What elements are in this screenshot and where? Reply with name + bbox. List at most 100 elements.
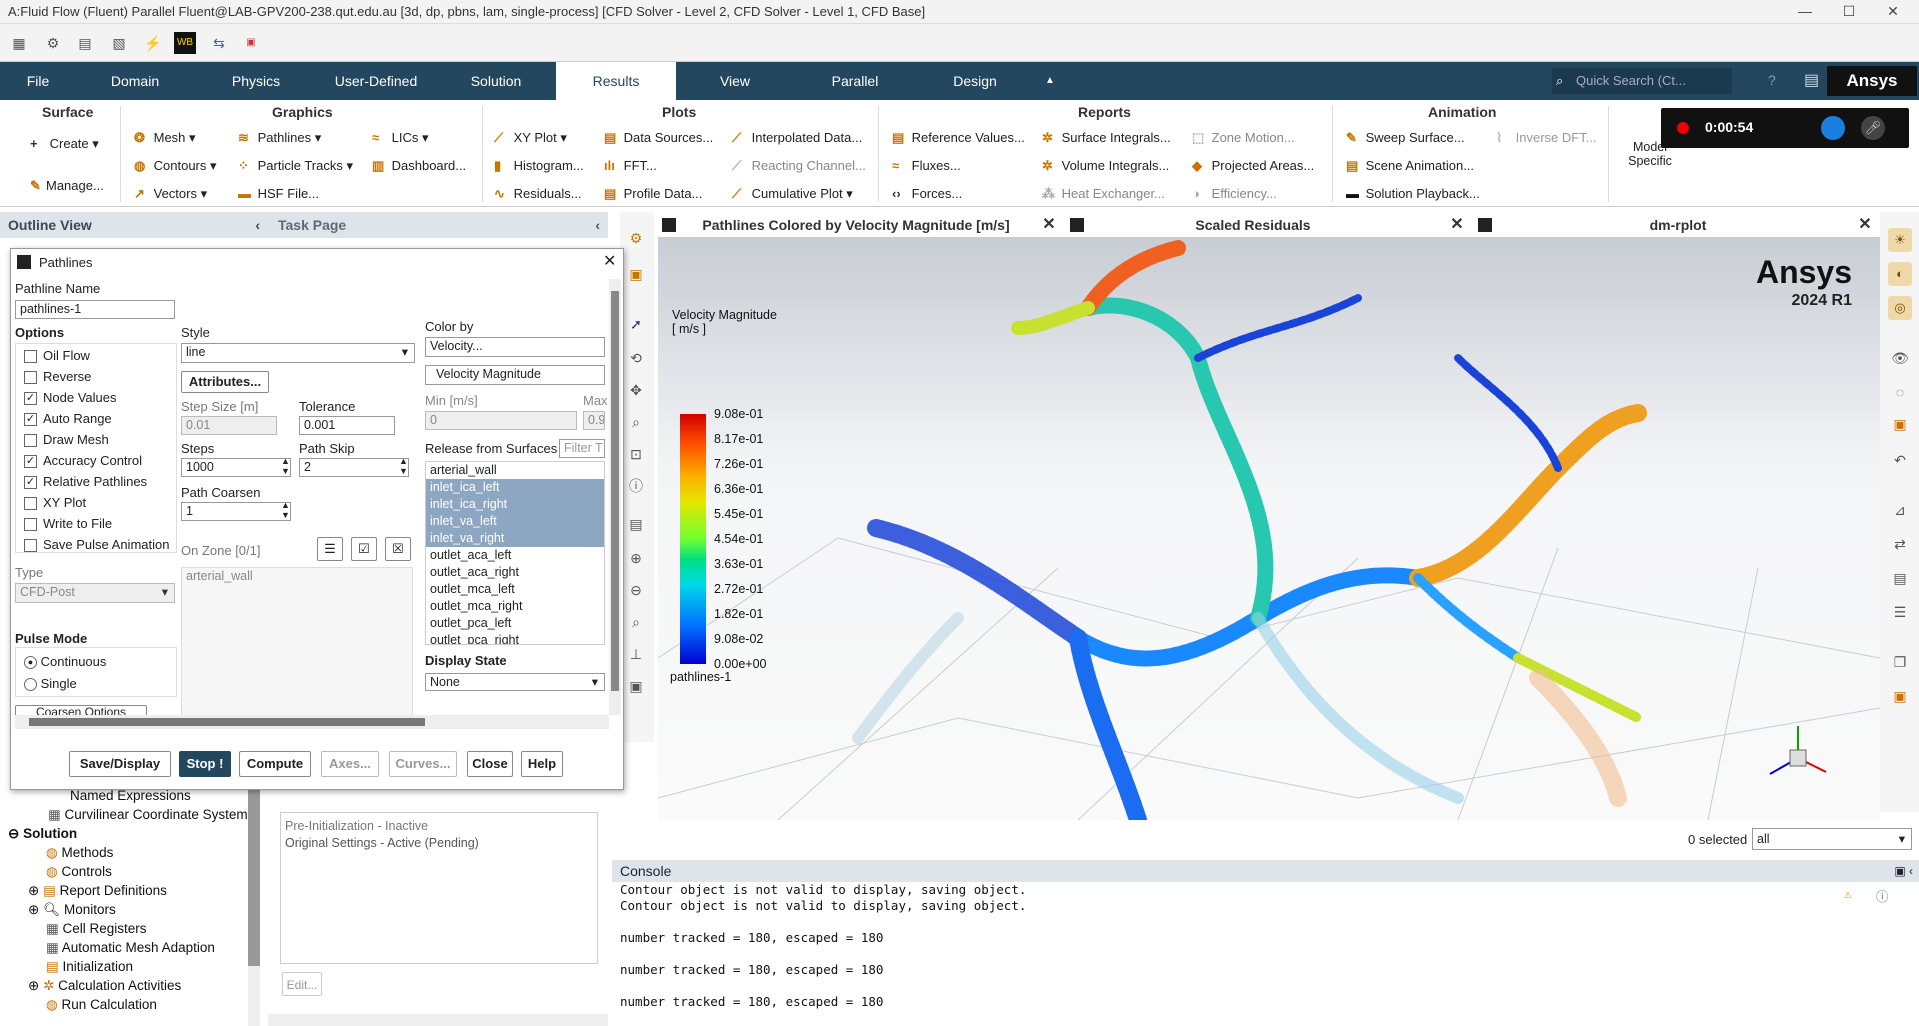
projected-areas-button[interactable]: ◆ Projected Areas... bbox=[1192, 158, 1314, 174]
axes-icon[interactable]: ⊥ bbox=[624, 642, 648, 666]
tab-solution[interactable]: Solution bbox=[450, 62, 542, 100]
option-checkbox[interactable]: ✓ Auto Range bbox=[24, 411, 112, 427]
workbench-icon[interactable]: ⚙ bbox=[42, 32, 64, 54]
deselect-all-icon[interactable]: ☒ bbox=[385, 537, 411, 561]
select-all-icon[interactable]: ☰ bbox=[317, 537, 343, 561]
axes-button[interactable]: Axes... bbox=[321, 751, 379, 777]
parallel-icon[interactable]: ⇆ bbox=[208, 32, 230, 54]
show-icon[interactable]: 👁︎ bbox=[1888, 346, 1912, 370]
quick-search-input[interactable]: ⌕ Quick Search (Ct... bbox=[1552, 68, 1732, 94]
vectors-button[interactable]: ↗ Vectors ▾ bbox=[134, 186, 207, 202]
min-input[interactable]: 0 bbox=[425, 411, 577, 430]
path-skip-spinner-icon[interactable]: ▲ ▼ bbox=[399, 456, 408, 476]
tab-results[interactable]: Results bbox=[556, 62, 676, 100]
collapse-task-icon[interactable]: ‹ bbox=[595, 212, 600, 238]
list-item[interactable]: outlet_mca_right bbox=[426, 598, 604, 615]
histogram-button[interactable]: ▮ Histogram... bbox=[494, 158, 584, 174]
help-button[interactable]: Help bbox=[521, 751, 563, 777]
release-filter-input[interactable]: Filter T bbox=[559, 439, 605, 458]
tree-item-run-calculation[interactable]: ◍ Run Calculation bbox=[46, 997, 157, 1013]
option-checkbox[interactable]: ✓ Relative Pathlines bbox=[24, 474, 147, 490]
fluxes-button[interactable]: ≈ Fluxes... bbox=[892, 158, 961, 173]
views-icon[interactable]: ▣ bbox=[624, 262, 648, 286]
zoom-fit-icon[interactable]: ⌕ bbox=[624, 610, 648, 634]
list-item[interactable]: outlet_mca_left bbox=[426, 581, 604, 598]
open-icon[interactable]: ▦ bbox=[8, 32, 30, 54]
close-tab-icon[interactable]: ✕ bbox=[1856, 212, 1874, 238]
path-coarsen-spinner-icon[interactable]: ▲ ▼ bbox=[281, 500, 290, 520]
step-size-input[interactable]: 0.01 bbox=[181, 416, 277, 435]
help-icon[interactable]: ? bbox=[1768, 72, 1776, 88]
tree-item-cell-registers[interactable]: ▦ Cell Registers bbox=[46, 921, 147, 937]
pulse-continuous-radio[interactable]: ● Continuous bbox=[24, 654, 106, 670]
selection-filter-dropdown[interactable]: all ▾ bbox=[1752, 828, 1912, 850]
interpolated-data-button[interactable]: ⟋ Interpolated Data... bbox=[732, 130, 862, 146]
display-options-icon[interactable]: ⚙ bbox=[624, 226, 648, 250]
type-dropdown[interactable]: CFD-Post ▾ bbox=[15, 583, 175, 603]
tree-item-curvilinear[interactable]: ▦ Curvilinear Coordinate System bbox=[48, 807, 248, 823]
create-surface-button[interactable]: + Create ▾ bbox=[30, 136, 99, 152]
edit-button[interactable]: Edit... bbox=[282, 972, 322, 996]
pulse-single-radio[interactable]: Single bbox=[24, 676, 77, 692]
lics-button[interactable]: ≈ LICs ▾ bbox=[372, 130, 429, 146]
color-by-sub-dropdown[interactable]: Velocity Magnitude bbox=[425, 365, 605, 385]
tab-design[interactable]: Design bbox=[926, 62, 1024, 100]
layout-icon[interactable]: ▤ bbox=[1804, 70, 1819, 90]
report-icon[interactable]: ▤ bbox=[1888, 566, 1912, 590]
option-checkbox[interactable]: ✓ Accuracy Control bbox=[24, 453, 142, 469]
chart-icon[interactable]: ⊿ bbox=[1888, 498, 1912, 522]
residuals-button[interactable]: ∿ Residuals... bbox=[494, 186, 582, 202]
display-state-dropdown[interactable]: None ▾ bbox=[425, 673, 605, 691]
camera-icon[interactable]: ▣ bbox=[624, 674, 648, 698]
release-surfaces-list[interactable]: arterial_wall inlet_ica_left inlet_ica_rig… bbox=[425, 461, 605, 645]
tab-pathlines[interactable]: Pathlines Colored by Velocity Magnitude … bbox=[686, 212, 1026, 238]
style-dropdown[interactable]: line ▾ bbox=[181, 343, 415, 363]
layers-icon[interactable]: ▣ bbox=[1888, 412, 1912, 436]
on-zone-list[interactable]: arterial_wall bbox=[181, 567, 413, 717]
mesh-icon[interactable]: ▧ bbox=[108, 32, 130, 54]
tolerance-input[interactable]: 0.001 bbox=[299, 416, 395, 435]
manage-surface-button[interactable]: ✎ Manage... bbox=[30, 178, 104, 194]
path-skip-input[interactable]: 2 bbox=[299, 458, 409, 477]
fft-button[interactable]: ılı FFT... bbox=[604, 158, 657, 173]
pointer-icon[interactable]: ➚ bbox=[624, 312, 648, 336]
close-window-button[interactable]: ✕ bbox=[1870, 0, 1916, 24]
contours-button[interactable]: ◍ Contours ▾ bbox=[134, 158, 217, 174]
option-checkbox[interactable]: Write to File bbox=[24, 516, 112, 532]
data-sources-button[interactable]: ▤ Data Sources... bbox=[604, 130, 713, 146]
tab-user-defined[interactable]: User-Defined bbox=[324, 62, 428, 100]
console-output[interactable]: Contour object is not valid to display, … bbox=[612, 882, 1902, 1026]
profile-data-button[interactable]: ▤ Profile Data... bbox=[604, 186, 702, 202]
hsf-file-button[interactable]: ▬ HSF File... bbox=[238, 186, 319, 201]
rotate-icon[interactable]: ⟲ bbox=[624, 346, 648, 370]
compute-button[interactable]: Compute bbox=[239, 751, 311, 777]
fit-icon[interactable]: ▤ bbox=[624, 512, 648, 536]
close-tab-icon[interactable]: ✕ bbox=[1448, 212, 1466, 238]
color-by-dropdown[interactable]: Velocity... bbox=[425, 337, 605, 357]
list-item[interactable]: outlet_aca_left bbox=[426, 547, 604, 564]
model-icon[interactable]: ◎ bbox=[1888, 296, 1912, 320]
undo-view-icon[interactable]: ↶ bbox=[1888, 448, 1912, 472]
console-options-icon[interactable]: ▣ ‹ bbox=[1894, 860, 1913, 882]
solution-playback-button[interactable]: ▬ Solution Playback... bbox=[1346, 186, 1480, 201]
lightning-icon[interactable]: ⚡ bbox=[142, 32, 164, 54]
tree-item-monitors[interactable]: ⊕ 🔍︎ Monitors bbox=[28, 902, 116, 918]
collapse-panel-icon[interactable]: ‹ bbox=[255, 212, 260, 238]
tree-item-initialization[interactable]: ▤ Initialization bbox=[46, 959, 133, 975]
mesh-button[interactable]: ❂ Mesh ▾ bbox=[134, 130, 196, 146]
tree-item-report-definitions[interactable]: ⊕ ▤ Report Definitions bbox=[28, 883, 167, 899]
option-checkbox[interactable]: Reverse bbox=[24, 369, 91, 385]
list-item[interactable]: arterial_wall bbox=[426, 462, 604, 479]
maximize-button[interactable]: ☐ bbox=[1826, 0, 1872, 24]
reacting-channel-button[interactable]: ⟋ Reacting Channel... bbox=[732, 158, 866, 174]
forces-button[interactable]: ‹› Forces... bbox=[892, 186, 962, 201]
collapse-ribbon-button[interactable]: ▲ bbox=[1036, 62, 1064, 100]
tab-dm-rplot[interactable]: dm-rplot bbox=[1498, 212, 1858, 238]
option-checkbox[interactable]: ✓ Node Values bbox=[24, 390, 116, 406]
list-item[interactable]: outlet_aca_right bbox=[426, 564, 604, 581]
pan-icon[interactable]: ✥ bbox=[624, 378, 648, 402]
info-icon[interactable]: ⓘ bbox=[1876, 886, 1889, 905]
option-checkbox[interactable]: Oil Flow bbox=[24, 348, 90, 364]
warning-icon[interactable]: ⚠ bbox=[1844, 886, 1852, 901]
surface-integrals-button[interactable]: ✲ Surface Integrals... bbox=[1042, 130, 1171, 146]
